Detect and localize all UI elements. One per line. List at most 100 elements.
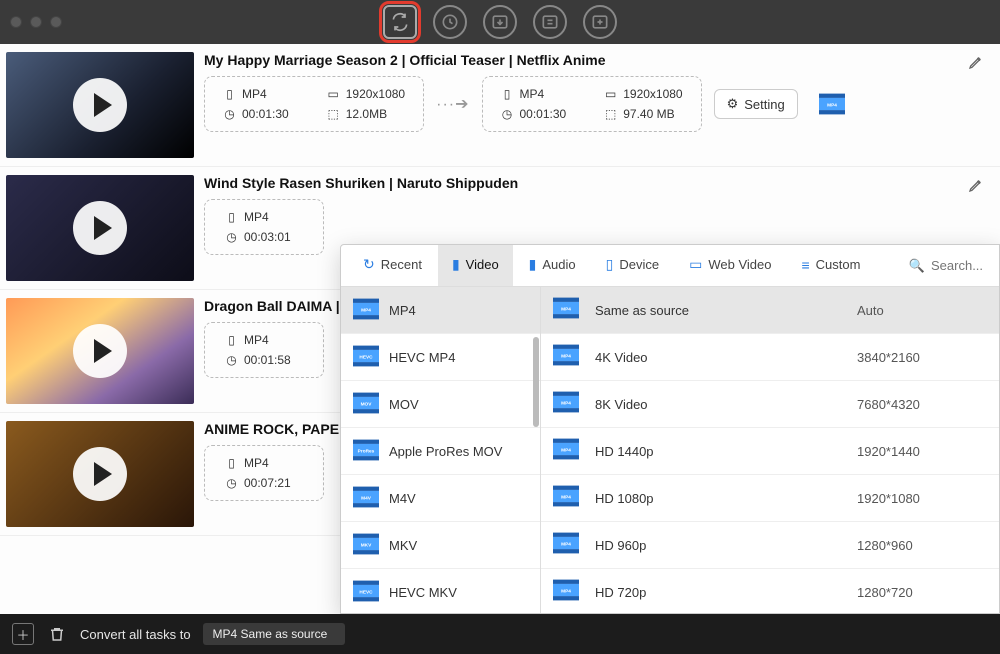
target-info-box: ▯MP4 ◷00:01:30 ▭1920x1080 ⬚97.40 MB bbox=[482, 76, 702, 132]
source-info-box: ▯MP4 ◷00:03:01 bbox=[204, 199, 324, 255]
scrollbar-thumb[interactable] bbox=[533, 337, 539, 427]
preset-file-icon: MP4 bbox=[553, 579, 583, 605]
format-option[interactable]: HEVCHEVC MP4 bbox=[341, 334, 540, 381]
tab-custom[interactable]: ≡Custom bbox=[787, 245, 874, 286]
svg-text:MP4: MP4 bbox=[827, 103, 837, 109]
minimize-window-icon[interactable] bbox=[30, 16, 42, 28]
preset-option[interactable]: MP4HD 960p1280*960 bbox=[541, 522, 999, 569]
tab-audio[interactable]: ▮Audio bbox=[515, 245, 590, 286]
output-format-badge[interactable]: MP4 bbox=[810, 84, 854, 124]
compress-tab-icon[interactable] bbox=[533, 5, 567, 39]
format-label: HEVC MP4 bbox=[389, 350, 455, 365]
svg-text:MOV: MOV bbox=[361, 401, 373, 407]
svg-text:MKV: MKV bbox=[361, 542, 372, 548]
preset-option[interactable]: MP4 HD 720p1280*720 bbox=[541, 569, 999, 613]
format-label: Apple ProRes MOV bbox=[389, 444, 502, 459]
format-search[interactable]: 🔍 bbox=[909, 258, 991, 274]
format-label: MKV bbox=[389, 538, 417, 553]
video-icon: ▮ bbox=[452, 256, 460, 273]
preset-file-icon: MP4 bbox=[553, 485, 583, 511]
play-icon[interactable] bbox=[73, 324, 127, 378]
svg-text:MP4: MP4 bbox=[561, 401, 571, 407]
preset-name: HD 960p bbox=[595, 538, 857, 553]
search-input[interactable] bbox=[931, 258, 991, 273]
format-option[interactable]: MP4MP4 bbox=[341, 287, 540, 334]
window-controls[interactable] bbox=[10, 16, 62, 28]
tab-video[interactable]: ▮Video bbox=[438, 245, 513, 286]
preset-name: HD 1440p bbox=[595, 444, 857, 459]
delete-task-button[interactable] bbox=[46, 623, 68, 645]
close-window-icon[interactable] bbox=[10, 16, 22, 28]
svg-text:MP4: MP4 bbox=[561, 589, 571, 595]
svg-text:MP4: MP4 bbox=[561, 542, 571, 548]
disk-icon: ⬚ bbox=[604, 108, 617, 121]
convert-all-label: Convert all tasks to bbox=[80, 627, 191, 642]
source-info-box: ▯MP4 ◷00:07:21 bbox=[204, 445, 324, 501]
format-file-icon: ProRes bbox=[353, 439, 379, 464]
format-tabs: ↻Recent ▮Video ▮Audio ▯Device ▭Web Video… bbox=[341, 245, 999, 287]
convert-all-format-select[interactable]: MP4 Same as source bbox=[203, 623, 346, 645]
tab-recent[interactable]: ↻Recent bbox=[349, 245, 436, 286]
top-toolbar bbox=[383, 5, 617, 39]
format-label: MOV bbox=[389, 397, 419, 412]
video-thumbnail[interactable] bbox=[6, 52, 194, 158]
video-thumbnail[interactable] bbox=[6, 175, 194, 281]
format-option[interactable]: HEVC HEVC MKV bbox=[341, 569, 540, 613]
edit-tab-icon[interactable] bbox=[583, 5, 617, 39]
preset-list[interactable]: MP4Same as sourceAutoMP44K Video3840*216… bbox=[541, 287, 999, 613]
preset-option[interactable]: MP4HD 1440p1920*1440 bbox=[541, 428, 999, 475]
video-thumbnail[interactable] bbox=[6, 421, 194, 527]
add-task-button[interactable]: ＋ bbox=[12, 623, 34, 645]
video-title: Wind Style Rasen Shuriken | Naruto Shipp… bbox=[204, 175, 990, 191]
preset-option[interactable]: MP4HD 1080p1920*1080 bbox=[541, 475, 999, 522]
setting-button[interactable]: ⚙ Setting bbox=[714, 89, 798, 119]
clock-icon: ◷ bbox=[223, 108, 236, 121]
preset-resolution: 1920*1080 bbox=[857, 491, 987, 506]
play-icon[interactable] bbox=[73, 447, 127, 501]
maximize-window-icon[interactable] bbox=[50, 16, 62, 28]
edit-icon[interactable] bbox=[968, 177, 984, 198]
arrow-icon: ···➔ bbox=[436, 94, 469, 114]
svg-text:MP4: MP4 bbox=[561, 448, 571, 454]
clock-icon: ◷ bbox=[501, 108, 514, 121]
format-label: M4V bbox=[389, 491, 416, 506]
format-option[interactable]: MKV MKV bbox=[341, 522, 540, 569]
video-thumbnail[interactable] bbox=[6, 298, 194, 404]
preset-option[interactable]: MP48K Video7680*4320 bbox=[541, 381, 999, 428]
preset-file-icon: MP4 bbox=[553, 344, 583, 370]
source-info-box: ▯MP4 ◷00:01:58 bbox=[204, 322, 324, 378]
preset-file-icon: MP4 bbox=[553, 391, 583, 417]
list-icon: ≡ bbox=[801, 257, 809, 273]
film-icon: ▯ bbox=[225, 334, 238, 347]
preset-name: HD 720p bbox=[595, 585, 857, 600]
format-file-icon: HEVC bbox=[353, 580, 379, 605]
svg-text:MP4: MP4 bbox=[561, 495, 571, 501]
tab-webvideo[interactable]: ▭Web Video bbox=[675, 245, 785, 286]
format-option[interactable]: ProRes Apple ProRes MOV bbox=[341, 428, 540, 475]
play-icon[interactable] bbox=[73, 78, 127, 132]
format-option[interactable]: MOV MOV bbox=[341, 381, 540, 428]
preset-resolution: 3840*2160 bbox=[857, 350, 987, 365]
format-list[interactable]: MP4MP4HEVCHEVC MP4MOVMOVProResApple ProR… bbox=[341, 287, 541, 613]
device-icon: ▯ bbox=[606, 256, 614, 273]
preset-option[interactable]: MP4Same as sourceAuto bbox=[541, 287, 999, 334]
preset-option[interactable]: MP44K Video3840*2160 bbox=[541, 334, 999, 381]
format-file-icon: MOV bbox=[353, 392, 379, 417]
preset-resolution: 1280*720 bbox=[857, 585, 987, 600]
history-icon: ↻ bbox=[363, 256, 375, 273]
web-icon: ▭ bbox=[689, 256, 702, 273]
preset-file-icon: MP4 bbox=[553, 438, 583, 464]
refresh-tab-icon[interactable] bbox=[433, 5, 467, 39]
format-label: HEVC MKV bbox=[389, 585, 457, 600]
play-icon[interactable] bbox=[73, 201, 127, 255]
format-picker-panel: ↻Recent ▮Video ▮Audio ▯Device ▭Web Video… bbox=[340, 244, 1000, 614]
edit-icon[interactable] bbox=[968, 54, 984, 75]
download-tab-icon[interactable] bbox=[483, 5, 517, 39]
film-icon: ▯ bbox=[225, 211, 238, 224]
convert-tab-icon[interactable] bbox=[383, 5, 417, 39]
svg-text:HEVC: HEVC bbox=[359, 589, 373, 595]
clock-icon: ◷ bbox=[225, 477, 238, 490]
svg-text:MP4: MP4 bbox=[561, 307, 571, 313]
tab-device[interactable]: ▯Device bbox=[592, 245, 673, 286]
format-option[interactable]: M4VM4V bbox=[341, 475, 540, 522]
